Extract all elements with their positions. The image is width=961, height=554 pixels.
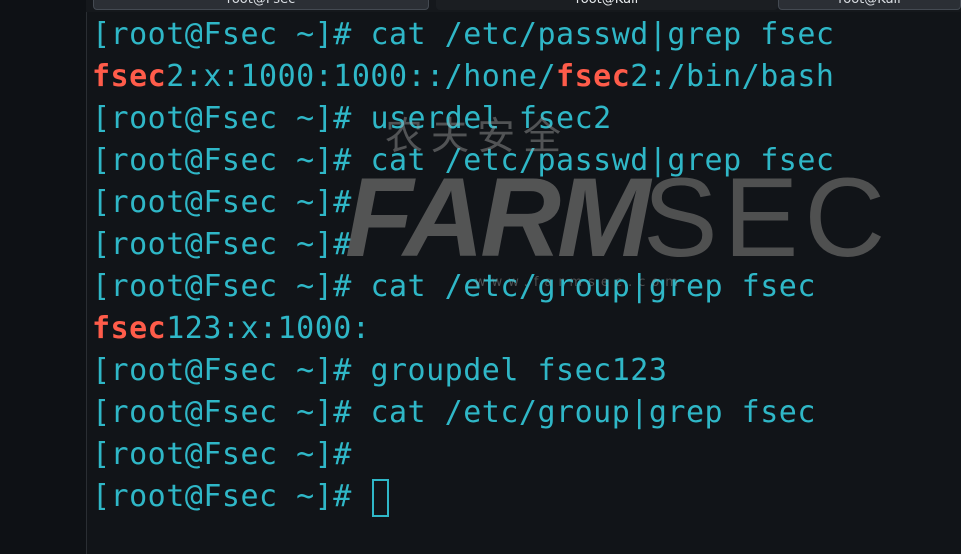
command-text: userdel fsec2 (370, 101, 612, 136)
prompt: [root@Fsec ~]# (92, 101, 371, 136)
prompt: [root@Fsec ~]# (92, 143, 371, 178)
prompt: [root@Fsec ~]# (92, 227, 371, 262)
grep-match: fsec (92, 311, 167, 346)
tab-root-kali-active[interactable]: root@Kali (436, 0, 778, 10)
prompt: [root@Fsec ~]# (92, 17, 371, 52)
terminal-line: [root@Fsec ~]# userdel fsec2 (92, 98, 612, 140)
command-text: groupdel fsec123 (370, 353, 668, 388)
command-text: cat /etc/group|grep fsec (370, 395, 816, 430)
terminal-line: [root@Fsec ~]# (92, 224, 370, 266)
prompt: [root@Fsec ~]# (92, 437, 371, 472)
grep-match: fsec (556, 59, 631, 94)
left-panel (0, 0, 87, 554)
command-text: cat /etc/group|grep fsec (370, 269, 816, 304)
terminal-line: [root@Fsec ~]# (92, 182, 370, 224)
terminal-line: [root@Fsec ~]# groupdel fsec123 (92, 350, 667, 392)
terminal-window: root@Fsec root@Kali root@Kali [root@Fsec… (0, 0, 961, 554)
tab-root-kali[interactable]: root@Kali (778, 0, 961, 10)
output-text: 2:x:1000:1000::/hone/ (166, 59, 557, 94)
text-cursor (372, 478, 390, 517)
prompt: [root@Fsec ~]# (92, 479, 371, 514)
output-text: 2:/bin/bash (630, 59, 835, 94)
terminal-output[interactable]: [root@Fsec ~]# cat /etc/passwd|grep fsec… (92, 14, 961, 554)
terminal-line: [root@Fsec ~]# (92, 434, 370, 476)
prompt: [root@Fsec ~]# (92, 269, 371, 304)
prompt: [root@Fsec ~]# (92, 353, 371, 388)
terminal-line: fsec123:x:1000: (92, 308, 370, 350)
terminal-line: [root@Fsec ~]# cat /etc/group|grep fsec (92, 392, 816, 434)
grep-match: fsec (92, 59, 167, 94)
terminal-line: [root@Fsec ~]# cat /etc/passwd|grep fsec (92, 140, 834, 182)
terminal-line: [root@Fsec ~]# cat /etc/group|grep fsec (92, 266, 816, 308)
output-text: 123:x:1000: (166, 311, 371, 346)
tab-root-fsec[interactable]: root@Fsec (93, 0, 429, 10)
prompt: [root@Fsec ~]# (92, 395, 371, 430)
prompt: [root@Fsec ~]# (92, 185, 371, 220)
command-text: cat /etc/passwd|grep fsec (370, 143, 835, 178)
terminal-line-current[interactable]: [root@Fsec ~]# (92, 476, 390, 518)
tab-bar: root@Fsec root@Kali root@Kali (86, 0, 961, 12)
terminal-line: fsec2:x:1000:1000::/hone/fsec2:/bin/bash (92, 56, 834, 98)
terminal-line: [root@Fsec ~]# cat /etc/passwd|grep fsec (92, 14, 834, 56)
command-text: cat /etc/passwd|grep fsec (370, 17, 835, 52)
